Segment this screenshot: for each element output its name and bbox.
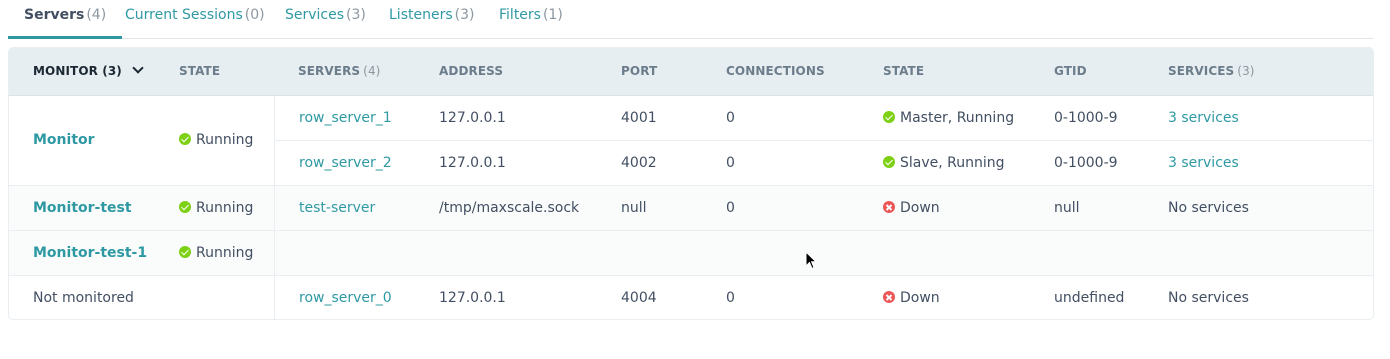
header-services-count: (3): [1237, 64, 1255, 78]
tab-label: Current Sessions: [125, 7, 243, 23]
monitor-group: Monitor Running: [9, 96, 274, 185]
tab-filters[interactable]: Filters (1): [499, 0, 563, 38]
monitor-name: Not monitored: [33, 290, 134, 306]
tab-count: (0): [244, 7, 265, 23]
server-state-label: Slave, Running: [900, 155, 1005, 171]
header-server-state[interactable]: STATE: [883, 48, 924, 96]
server-port: 4002: [621, 155, 657, 171]
server-port: 4001: [621, 110, 657, 126]
tab-count: (4): [86, 7, 107, 23]
tab-current-sessions[interactable]: Current Sessions (0): [125, 0, 265, 38]
table-row: Not monitored row_server_0 127.0.0.1 400…: [9, 276, 1373, 319]
tab-bar: Servers (4) Current Sessions (0) Services(…: [8, 0, 1374, 39]
server-state-label: Down: [900, 290, 940, 306]
server-gtid: 0-1000-9: [1054, 155, 1118, 171]
tab-count: (3): [346, 7, 366, 23]
table-row: Monitor-test-1 Running: [9, 231, 1373, 276]
header-servers-label: SERVERS: [298, 64, 361, 78]
header-servers-count: (4): [363, 64, 381, 78]
services-text: No services: [1168, 200, 1249, 216]
header-port[interactable]: PORT: [621, 48, 657, 96]
server-connections: 0: [726, 290, 735, 306]
tab-services[interactable]: Services (3): [285, 0, 366, 38]
server-link[interactable]: row_server_2: [299, 155, 392, 171]
header-gtid[interactable]: GTID: [1054, 48, 1087, 96]
server-connections: 0: [726, 155, 735, 171]
check-circle-icon: [179, 201, 191, 213]
monitor-state-label: Running: [196, 132, 254, 148]
header-address[interactable]: ADDRESS: [439, 48, 503, 96]
server-connections: 0: [726, 110, 735, 126]
server-state: Slave, Running: [883, 141, 1005, 185]
tab-label: Servers: [24, 7, 85, 23]
monitor-link[interactable]: Monitor-test: [33, 200, 132, 216]
header-services-label: SERVICES: [1168, 64, 1235, 78]
header-monitor-label: MONITOR (3): [33, 64, 122, 78]
mouse-cursor-icon: [805, 251, 817, 270]
tab-label: Services: [285, 7, 345, 23]
tab-label: Listeners: [389, 7, 453, 23]
tab-label: Filters: [499, 7, 541, 23]
error-circle-icon: [883, 201, 895, 213]
server-state: Down: [883, 186, 940, 230]
error-circle-icon: [883, 291, 895, 303]
monitor-state: Running: [179, 186, 253, 230]
server-address: 127.0.0.1: [439, 290, 506, 306]
services-link[interactable]: 3 services: [1168, 110, 1239, 126]
server-port: 4004: [621, 290, 657, 306]
column-divider: [274, 96, 275, 319]
server-address: 127.0.0.1: [439, 155, 506, 171]
header-monitor-state[interactable]: STATE: [179, 48, 220, 96]
tab-listeners[interactable]: Listeners (3): [389, 0, 474, 38]
header-monitor[interactable]: MONITOR (3): [33, 48, 144, 96]
server-gtid: null: [1054, 200, 1080, 216]
chevron-down-icon[interactable]: [132, 62, 144, 74]
monitor-state-label: Running: [196, 245, 254, 261]
server-state: Master, Running: [883, 96, 1014, 140]
server-state-label: Down: [900, 200, 940, 216]
tab-servers[interactable]: Servers (4): [8, 0, 123, 39]
server-state: Down: [883, 276, 940, 319]
tab-count: (3): [454, 7, 475, 23]
monitor-link[interactable]: Monitor-test-1: [33, 245, 147, 261]
monitor-link[interactable]: Monitor: [33, 132, 95, 148]
servers-table: MONITOR (3) STATE SERVERS (4) ADDRESS POR…: [8, 47, 1374, 320]
server-address: /tmp/maxscale.sock: [439, 200, 580, 216]
server-gtid: 0-1000-9: [1054, 110, 1118, 126]
server-link[interactable]: row_server_1: [299, 110, 392, 126]
server-link[interactable]: test-server: [299, 200, 375, 216]
table-header: MONITOR (3) STATE SERVERS (4) ADDRESS POR…: [9, 48, 1373, 96]
services-link[interactable]: 3 services: [1168, 155, 1239, 171]
check-circle-icon: [179, 246, 191, 258]
monitor-state: Running: [179, 231, 253, 275]
monitor-state-label: Running: [196, 200, 254, 216]
header-services[interactable]: SERVICES (3): [1168, 48, 1255, 96]
server-port: null: [621, 200, 647, 216]
server-state-label: Master, Running: [900, 110, 1015, 126]
tab-count: (1): [542, 7, 563, 23]
header-servers[interactable]: SERVERS (4): [298, 48, 380, 96]
services-text: No services: [1168, 290, 1249, 306]
check-circle-icon: [883, 111, 895, 123]
server-gtid: undefined: [1054, 290, 1125, 306]
check-circle-icon: [179, 133, 191, 145]
server-link[interactable]: row_server_0: [299, 290, 392, 306]
server-connections: 0: [726, 200, 735, 216]
check-circle-icon: [883, 156, 895, 168]
header-connections[interactable]: CONNECTIONS: [726, 48, 825, 96]
server-address: 127.0.0.1: [439, 110, 506, 126]
table-row: Monitor-test Running test-server /tmp/ma…: [9, 186, 1373, 231]
monitor-state: Running: [179, 118, 253, 162]
